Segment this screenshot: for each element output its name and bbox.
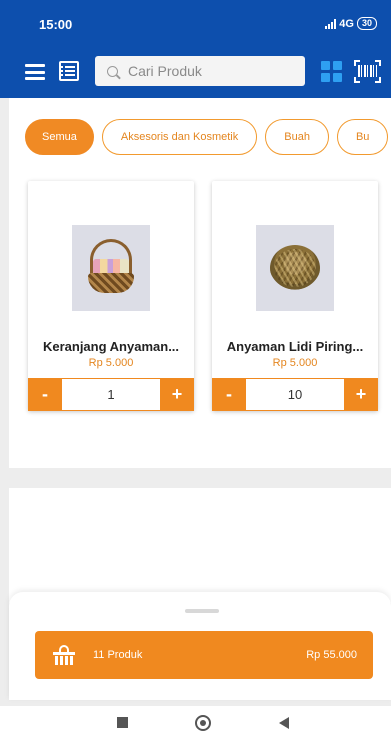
recents-icon[interactable] xyxy=(117,717,128,728)
cart-summary-button[interactable]: 11 Produk Rp 55.000 xyxy=(35,631,373,679)
cart-total: Rp 55.000 xyxy=(306,649,357,661)
basket-icon xyxy=(53,645,75,665)
product-area: Semua Aksesoris dan Kosmetik Buah Bu Ker… xyxy=(9,98,391,468)
network-label: 4G xyxy=(339,17,354,30)
quantity-stepper: - 1 + xyxy=(28,378,194,411)
product-price: Rp 5.000 xyxy=(272,357,318,369)
product-card[interactable]: Anyaman Lidi Piring... Rp 5.000 - 10 + xyxy=(212,181,378,411)
empty-panel xyxy=(9,488,391,603)
product-name: Anyaman Lidi Piring... xyxy=(226,339,364,354)
toolbar xyxy=(0,55,391,89)
back-icon[interactable] xyxy=(279,717,289,729)
list-icon[interactable] xyxy=(59,61,79,81)
category-chip-more[interactable]: Bu xyxy=(336,119,389,155)
status-indicators: 4G 30 xyxy=(325,17,377,30)
search-input[interactable] xyxy=(128,63,288,79)
battery-icon: 30 xyxy=(356,17,377,30)
search-box[interactable] xyxy=(95,56,305,86)
quantity-value[interactable]: 10 xyxy=(246,378,344,411)
menu-icon[interactable] xyxy=(25,64,45,80)
app-header: 15:00 4G 30 xyxy=(0,0,391,98)
system-nav-bar xyxy=(0,706,391,735)
product-price: Rp 5.000 xyxy=(88,357,134,369)
grid-icon[interactable] xyxy=(321,61,342,82)
cart-count: 11 Produk xyxy=(93,649,143,661)
category-chip-semua[interactable]: Semua xyxy=(25,119,94,155)
home-icon[interactable] xyxy=(195,715,211,731)
category-chip-aksesoris[interactable]: Aksesoris dan Kosmetik xyxy=(101,119,258,155)
increase-button[interactable]: + xyxy=(344,378,378,411)
cart-sheet: 11 Produk Rp 55.000 xyxy=(9,592,391,700)
decrease-button[interactable]: - xyxy=(28,378,62,411)
product-card[interactable]: Keranjang Anyaman... Rp 5.000 - 1 + xyxy=(28,181,194,411)
product-image-bowl xyxy=(256,225,334,311)
category-chips: Semua Aksesoris dan Kosmetik Buah Bu xyxy=(25,119,389,155)
drag-handle[interactable] xyxy=(185,609,219,613)
status-time: 15:00 xyxy=(39,17,73,32)
barcode-icon[interactable] xyxy=(354,60,381,83)
product-name: Keranjang Anyaman... xyxy=(42,339,180,354)
decrease-button[interactable]: - xyxy=(212,378,246,411)
category-chip-buah[interactable]: Buah xyxy=(265,119,329,155)
increase-button[interactable]: + xyxy=(160,378,194,411)
search-icon xyxy=(107,65,118,77)
product-image-basket xyxy=(72,225,150,311)
signal-icon xyxy=(325,18,337,29)
quantity-stepper: - 10 + xyxy=(212,378,378,411)
quantity-value[interactable]: 1 xyxy=(62,378,160,411)
